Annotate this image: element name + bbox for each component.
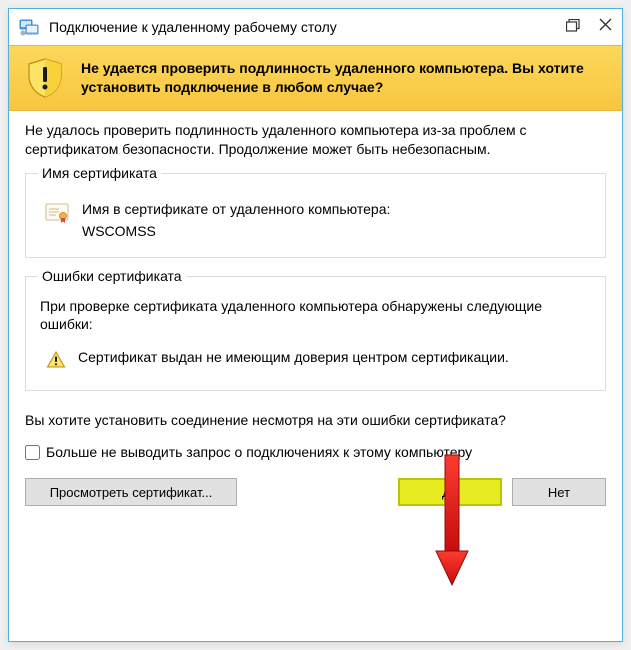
dialog-body: Не удалось проверить подлинность удаленн… [9,111,622,641]
titlebar-controls [566,18,612,36]
warning-triangle-icon [46,350,66,370]
cert-error-item: Сертификат выдан не имеющим доверия цент… [78,348,509,368]
rdp-icon [19,17,39,37]
dont-ask-checkbox-row[interactable]: Больше не выводить запрос о подключениях… [25,444,606,460]
banner-text: Не удается проверить подлинность удаленн… [81,59,608,97]
yes-button[interactable]: Да [398,478,502,506]
dialog-window: Подключение к удаленному рабочему столу [8,8,623,642]
restore-icon[interactable] [566,19,581,36]
intro-text: Не удалось проверить подлинность удаленн… [25,121,606,159]
cert-errors-legend: Ошибки сертификата [38,268,186,284]
warning-banner: Не удается проверить подлинность удаленн… [9,45,622,111]
dont-ask-checkbox[interactable] [25,445,40,460]
no-button[interactable]: Нет [512,478,606,506]
cert-text: Имя в сертификате от удаленного компьюте… [82,198,390,243]
button-row: Просмотреть сертификат... Да Нет [25,478,606,506]
close-icon[interactable] [599,18,612,36]
confirm-question: Вы хотите установить соединение несмотря… [25,411,606,430]
cert-name-legend: Имя сертификата [38,165,161,181]
dont-ask-label: Больше не выводить запрос о подключениях… [46,444,472,460]
titlebar-title: Подключение к удаленному рабочему столу [49,19,566,35]
cert-errors-intro: При проверке сертификата удаленного комп… [40,297,593,335]
cert-errors-group: Ошибки сертификата При проверке сертифик… [25,276,606,392]
certificate-icon [44,200,70,226]
cert-name-value: WSCOMSS [82,220,390,242]
cert-name-group: Имя сертификата Имя в сертификате от уда… [25,173,606,258]
cert-from-label: Имя в сертификате от удаленного компьюте… [82,198,390,220]
view-certificate-button[interactable]: Просмотреть сертификат... [25,478,237,506]
shield-warning-icon [23,56,67,100]
titlebar: Подключение к удаленному рабочему столу [9,9,622,45]
